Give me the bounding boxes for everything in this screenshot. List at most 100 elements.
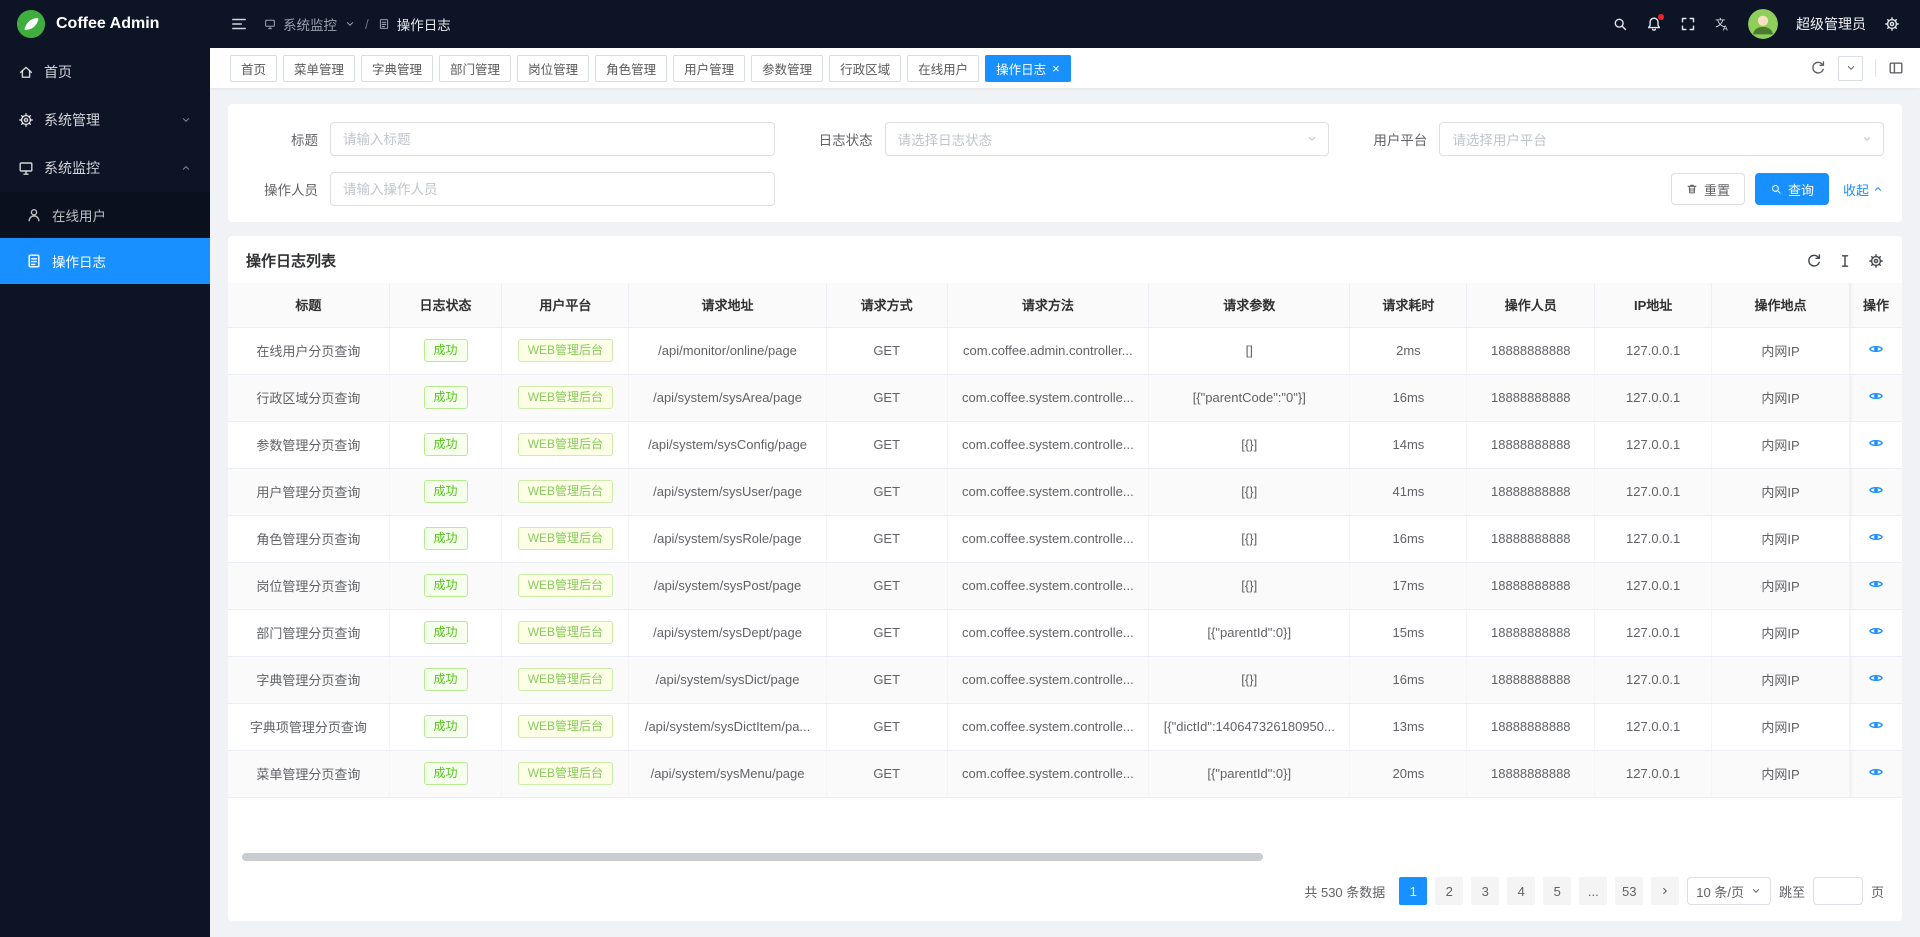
page-ellipsis[interactable]: ... [1579, 877, 1607, 905]
sidebar-item-system-management[interactable]: 系统管理 [0, 96, 210, 144]
log-status-select[interactable]: 请选择日志状态 [885, 122, 1330, 156]
cell-location: 内网IP [1712, 656, 1850, 703]
cell-url: /api/system/sysConfig/page [629, 421, 826, 468]
cell-title: 参数管理分页查询 [228, 421, 389, 468]
view-detail-icon[interactable] [1868, 717, 1884, 733]
tab-menu-dropdown[interactable] [1838, 56, 1863, 81]
cell-location: 内网IP [1712, 468, 1850, 515]
refresh-table-icon[interactable] [1806, 253, 1822, 269]
view-detail-icon[interactable] [1868, 529, 1884, 545]
cell-status: 成功 [389, 327, 502, 374]
reset-button[interactable]: 重置 [1671, 173, 1745, 205]
search-icon[interactable] [1612, 16, 1628, 32]
cell-title: 岗位管理分页查询 [228, 562, 389, 609]
translate-icon[interactable] [1714, 16, 1730, 32]
cell-title: 行政区域分页查询 [228, 374, 389, 421]
view-detail-icon[interactable] [1868, 670, 1884, 686]
home-icon [18, 64, 34, 80]
select-placeholder: 请选择日志状态 [898, 129, 993, 149]
cell-ip: 127.0.0.1 [1595, 750, 1712, 797]
sidebar-item-home[interactable]: 首页 [0, 48, 210, 96]
tab-config-management[interactable]: 参数管理 [751, 55, 823, 82]
jump-page-input[interactable] [1813, 877, 1863, 905]
table-row: 用户管理分页查询 成功 WEB管理后台 /api/system/sysUser/… [228, 468, 1902, 515]
cell-status: 成功 [389, 515, 502, 562]
cell-method: GET [826, 562, 947, 609]
cell-operator: 18888888888 [1467, 703, 1595, 750]
table-row: 字典项管理分页查询 成功 WEB管理后台 /api/system/sysDict… [228, 703, 1902, 750]
page-button-4[interactable]: 4 [1507, 877, 1535, 905]
next-page-button[interactable] [1651, 877, 1679, 905]
tab-post-management[interactable]: 岗位管理 [517, 55, 589, 82]
tab-bar: 首页 菜单管理 字典管理 部门管理 岗位管理 角色管理 用户管理 参数管理 行政… [210, 48, 1920, 88]
sidebar-item-label: 首页 [44, 62, 72, 82]
view-detail-icon[interactable] [1868, 764, 1884, 780]
tab-dept-management[interactable]: 部门管理 [439, 55, 511, 82]
status-badge: 成功 [424, 433, 468, 455]
horizontal-scrollbar[interactable] [242, 853, 1888, 863]
cell-duration: 16ms [1350, 656, 1467, 703]
platform-badge: WEB管理后台 [518, 480, 613, 502]
settings-gear-icon[interactable] [1884, 16, 1900, 32]
tab-dict-management[interactable]: 字典管理 [361, 55, 433, 82]
sidebar-item-system-monitor[interactable]: 系统监控 [0, 144, 210, 192]
tab-operation-log[interactable]: 操作日志 × [985, 55, 1071, 82]
page-button-2[interactable]: 2 [1435, 877, 1463, 905]
pagination: 共 530 条数据 1 2 3 4 5 ... 53 10 条/页 跳至 页 [228, 867, 1902, 921]
notifications-button[interactable] [1646, 16, 1662, 32]
avatar[interactable] [1748, 9, 1778, 39]
app-logo[interactable]: Coffee Admin [0, 0, 210, 48]
tab-actions [1798, 56, 1904, 81]
column-header: 操作人员 [1467, 283, 1595, 327]
cell-actions [1850, 703, 1902, 750]
row-density-icon[interactable] [1837, 253, 1853, 269]
search-button[interactable]: 查询 [1755, 173, 1829, 205]
view-detail-icon[interactable] [1868, 388, 1884, 404]
cell-duration: 16ms [1350, 515, 1467, 562]
page-button-5[interactable]: 5 [1543, 877, 1571, 905]
page-size-select[interactable]: 10 条/页 [1687, 877, 1771, 905]
cell-location: 内网IP [1712, 750, 1850, 797]
title-input[interactable] [330, 122, 775, 156]
table-tools [1806, 253, 1884, 269]
cell-params: [{}] [1149, 562, 1350, 609]
fullscreen-icon[interactable] [1680, 16, 1696, 32]
cell-actions [1850, 515, 1902, 562]
tab-area-management[interactable]: 行政区域 [829, 55, 901, 82]
sidebar-item-operation-log[interactable]: 操作日志 [0, 238, 210, 284]
collapse-filter-link[interactable]: 收起 [1843, 180, 1884, 199]
layout-panel-icon[interactable] [1888, 60, 1904, 76]
cell-operator: 18888888888 [1467, 609, 1595, 656]
page-button-1[interactable]: 1 [1399, 877, 1427, 905]
page-button-3[interactable]: 3 [1471, 877, 1499, 905]
tab-user-management[interactable]: 用户管理 [673, 55, 745, 82]
view-detail-icon[interactable] [1868, 435, 1884, 451]
filter-panel: 标题 日志状态 请选择日志状态 用户平台 请选择用户平台 [228, 104, 1902, 222]
operator-input[interactable] [330, 172, 775, 206]
tab-home[interactable]: 首页 [230, 55, 277, 82]
collapse-sidebar-icon[interactable] [230, 15, 248, 33]
column-settings-icon[interactable] [1868, 253, 1884, 269]
filter-platform-label: 用户平台 [1355, 129, 1427, 149]
refresh-tabs-icon[interactable] [1810, 60, 1826, 76]
tab-menu-management[interactable]: 菜单管理 [283, 55, 355, 82]
tab-role-management[interactable]: 角色管理 [595, 55, 667, 82]
view-detail-icon[interactable] [1868, 623, 1884, 639]
view-detail-icon[interactable] [1868, 482, 1884, 498]
view-detail-icon[interactable] [1868, 341, 1884, 357]
page-button-53[interactable]: 53 [1615, 877, 1643, 905]
logo-leaf-icon [16, 9, 46, 39]
view-detail-icon[interactable] [1868, 576, 1884, 592]
user-platform-select[interactable]: 请选择用户平台 [1439, 122, 1884, 156]
username[interactable]: 超级管理员 [1796, 14, 1866, 34]
close-tab-icon[interactable]: × [1052, 62, 1060, 75]
cell-duration: 15ms [1350, 609, 1467, 656]
breadcrumb-parent[interactable]: 系统监控 [283, 14, 337, 34]
cell-duration: 13ms [1350, 703, 1467, 750]
scrollbar-thumb[interactable] [242, 853, 1263, 861]
cell-platform: WEB管理后台 [502, 703, 629, 750]
cell-ip: 127.0.0.1 [1595, 609, 1712, 656]
sidebar-item-online-users[interactable]: 在线用户 [0, 192, 210, 238]
tab-online-users[interactable]: 在线用户 [907, 55, 979, 82]
cell-ip: 127.0.0.1 [1595, 656, 1712, 703]
